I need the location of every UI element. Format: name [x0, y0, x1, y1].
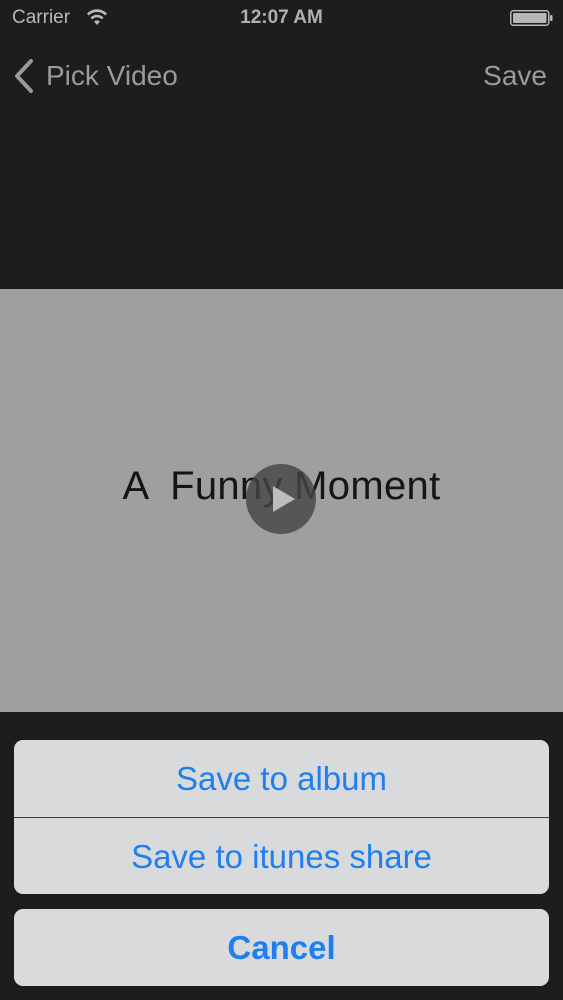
- action-sheet: Save to album Save to itunes share: [14, 740, 549, 894]
- save-button[interactable]: Save: [483, 56, 547, 96]
- navigation-bar: Pick Video Save: [0, 38, 563, 112]
- back-button[interactable]: Pick Video: [12, 56, 178, 96]
- video-preview[interactable]: A Funny Moment: [0, 289, 563, 712]
- battery-icon: [510, 10, 553, 26]
- back-button-label: Pick Video: [46, 60, 178, 91]
- status-time: 12:07 AM: [240, 7, 323, 28]
- save-to-album-button[interactable]: Save to album: [14, 740, 549, 817]
- cancel-button[interactable]: Cancel: [14, 909, 549, 986]
- save-to-itunes-share-button[interactable]: Save to itunes share: [14, 818, 549, 894]
- chevron-left-icon: [15, 59, 33, 93]
- play-icon: [273, 486, 295, 512]
- status-bar: Carrier 12:07 AM: [0, 0, 563, 38]
- play-button[interactable]: [246, 464, 316, 534]
